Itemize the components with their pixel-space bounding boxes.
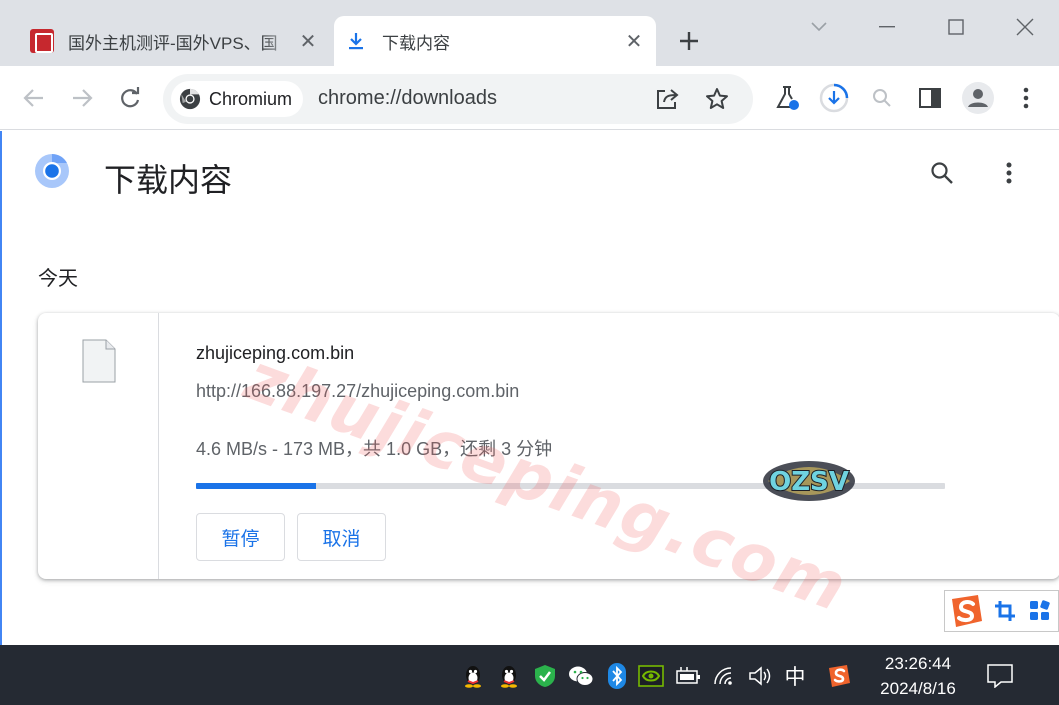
ime-mode-indicator[interactable]: 中: [782, 663, 808, 689]
toolbox-grid-icon[interactable]: [1023, 593, 1058, 629]
share-icon[interactable]: [653, 84, 683, 114]
qq-penguin-icon[interactable]: [460, 663, 486, 689]
search-downloads-icon[interactable]: [926, 157, 958, 189]
qq-penguin-icon-2[interactable]: [496, 663, 522, 689]
download-progress-icon[interactable]: [818, 82, 850, 114]
browser-chip[interactable]: Chromium: [171, 81, 303, 117]
browser-toolbar: Chromium chrome://downloads: [0, 66, 1059, 130]
taskbar: 中 23:26:44 2024/8/16: [0, 645, 1059, 705]
minimize-icon[interactable]: [872, 12, 902, 42]
nvidia-icon[interactable]: [638, 663, 664, 689]
chrome-logo-icon: [35, 154, 69, 188]
bookmark-star-icon[interactable]: [702, 84, 732, 114]
maximize-icon[interactable]: [941, 12, 971, 42]
clock-date: 2024/8/16: [880, 679, 956, 698]
site-favicon-icon: [30, 29, 54, 53]
screenshot-crop-icon[interactable]: [988, 593, 1023, 629]
ime-toolbar: [944, 590, 1059, 632]
clock-time: 23:26:44: [884, 654, 952, 673]
chromium-logo-icon: [179, 88, 201, 110]
sogou-tray-icon[interactable]: [826, 663, 852, 689]
cancel-button[interactable]: 取消: [297, 513, 386, 561]
forward-arrow-icon[interactable]: [66, 82, 98, 114]
downloads-page: 下载内容 今天 zhujiceping.com.bin http://166.8…: [0, 131, 1059, 645]
wifi-icon[interactable]: [712, 663, 738, 689]
tab-title: 国外主机测评-国外VPS、国: [68, 33, 278, 53]
tab-downloads[interactable]: 下载内容 ✕: [334, 16, 656, 66]
sogou-logo-icon[interactable]: [945, 593, 988, 629]
pause-button[interactable]: 暂停: [196, 513, 285, 561]
progress-fill: [196, 483, 316, 489]
page-more-icon[interactable]: [993, 157, 1025, 189]
chip-label: Chromium: [209, 88, 293, 109]
tab-search-chevron-icon[interactable]: [804, 12, 834, 42]
more-menu-icon[interactable]: [1010, 82, 1042, 114]
date-section-label: 今天: [38, 268, 78, 290]
labs-flask-icon[interactable]: [771, 82, 803, 114]
file-icon: [82, 339, 116, 383]
notification-center-icon[interactable]: [986, 663, 1014, 689]
address-bar[interactable]: Chromium chrome://downloads: [163, 74, 753, 124]
badge-text: OZSV: [769, 467, 849, 497]
close-icon[interactable]: ✕: [296, 29, 320, 53]
bluetooth-icon[interactable]: [604, 663, 630, 689]
download-icon: [344, 29, 368, 53]
window-close-icon[interactable]: [1010, 12, 1040, 42]
tab-strip: 国外主机测评-国外VPS、国 ✕ 下载内容 ✕: [0, 0, 1059, 66]
page-title: 下载内容: [104, 162, 233, 198]
side-panel-icon[interactable]: [914, 82, 946, 114]
back-arrow-icon[interactable]: [18, 82, 50, 114]
profile-avatar-icon[interactable]: [962, 82, 994, 114]
close-icon[interactable]: ✕: [622, 29, 646, 53]
system-clock[interactable]: 23:26:44 2024/8/16: [868, 651, 968, 701]
ozsv-logo-badge: OZSV: [763, 461, 855, 501]
security-shield-icon[interactable]: [532, 663, 558, 689]
search-icon[interactable]: [866, 82, 898, 114]
reload-icon[interactable]: [114, 82, 146, 114]
url-text[interactable]: chrome://downloads: [318, 87, 497, 110]
tab-title: 下载内容: [382, 33, 450, 53]
tab-zhujiceping[interactable]: 国外主机测评-国外VPS、国 ✕: [20, 16, 330, 66]
file-icon-column: [38, 313, 159, 579]
wechat-icon[interactable]: [568, 663, 594, 689]
volume-icon[interactable]: [747, 663, 773, 689]
battery-icon[interactable]: [675, 663, 701, 689]
page-header: 下载内容: [2, 131, 1059, 217]
new-tab-button[interactable]: [674, 26, 704, 56]
